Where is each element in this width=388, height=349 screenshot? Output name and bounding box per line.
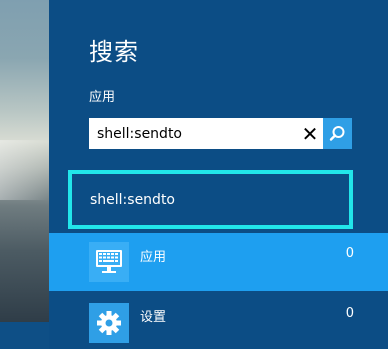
search-box: ✕ xyxy=(89,118,352,149)
suggestion-text: shell:sendto xyxy=(90,191,175,208)
search-input[interactable] xyxy=(89,118,297,149)
desktop-background xyxy=(0,0,49,322)
search-icon[interactable] xyxy=(323,118,352,149)
close-icon[interactable]: ✕ xyxy=(297,118,323,149)
category-count: 0 xyxy=(345,306,354,321)
category-count: 0 xyxy=(345,246,354,261)
category-apps[interactable]: 应用 0 xyxy=(49,233,388,291)
category-label: 设置 xyxy=(140,310,167,325)
category-label: 应用 xyxy=(140,250,167,265)
category-settings[interactable]: 设置 0 xyxy=(49,291,388,349)
charm-title: 搜索 xyxy=(89,38,139,66)
gear-icon xyxy=(89,303,129,343)
search-scope-label: 应用 xyxy=(89,90,116,105)
search-charm-panel: 搜索 应用 ✕ shell:sendto xyxy=(49,0,388,349)
search-suggestion[interactable]: shell:sendto xyxy=(68,170,353,229)
keyboard-monitor-icon xyxy=(89,242,129,282)
